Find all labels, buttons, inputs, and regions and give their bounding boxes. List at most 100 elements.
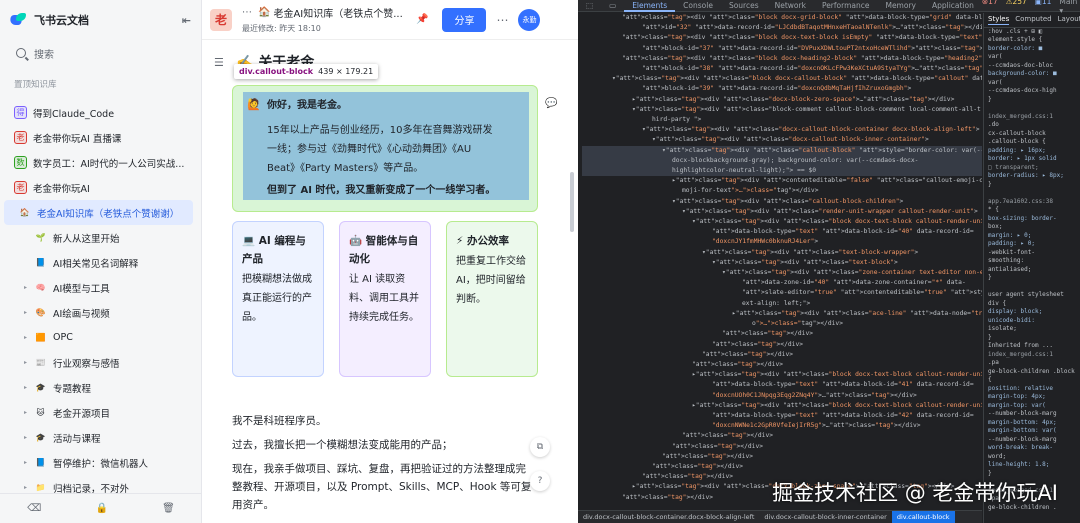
trash-icon[interactable]: ⌫	[27, 503, 41, 514]
more-options-icon[interactable]: ⋯	[496, 13, 508, 27]
dom-node-line[interactable]: "att">class="tag"></div>	[582, 360, 982, 370]
dom-node-line[interactable]: ▾"att">class="tag"><div "att">class="blo…	[582, 217, 982, 227]
styles-tab[interactable]: Computed	[1015, 15, 1051, 25]
devtools-tab[interactable]: Network	[767, 1, 814, 10]
devtools-tab[interactable]: Console	[675, 1, 721, 10]
expand-caret-icon[interactable]: ▸	[24, 359, 34, 366]
document-breadcrumb[interactable]: 老金AI知识库（老铁点个赞...	[273, 5, 402, 20]
devtools-tab[interactable]: Elements	[624, 0, 676, 12]
dom-node-line[interactable]: ▸"att">class="tag"><div "att">class="doc…	[582, 95, 982, 105]
sidebar-item[interactable]: 数数字员工：AI时代的一人公司实战...	[0, 150, 201, 175]
dom-node-line[interactable]: "att">data-zone-id="40" "att">data-zone-…	[582, 278, 982, 288]
dom-node-line[interactable]: "att">block-id="38" "att">data-record-id…	[582, 64, 982, 74]
expand-caret-icon[interactable]: ▸	[24, 434, 34, 441]
expand-caret-icon[interactable]: ▸	[24, 409, 34, 416]
comment-icon[interactable]: 💬	[545, 98, 557, 109]
dom-node-line[interactable]: ext-align: left;">	[582, 299, 982, 309]
dom-node-line[interactable]: ▾"att">class="tag"><div "att">class="zon…	[582, 268, 982, 278]
dom-node-line[interactable]: "att">class="tag"></div>	[582, 329, 982, 339]
devtools-tab[interactable]: Application	[924, 1, 982, 10]
dom-node-line[interactable]: "att">data-block-type="text" "att">data-…	[582, 411, 982, 421]
style-rules[interactable]: :hov .cls + ⊞ ◧ element.style { border-co…	[984, 28, 1080, 513]
styles-tab[interactable]: Layout	[1058, 15, 1080, 25]
sidebar-item[interactable]: ▸ 📘 暂停维护：微信机器人	[0, 450, 201, 475]
dom-node-line[interactable]: "att">class="tag"></div>	[582, 350, 982, 360]
outline-icon[interactable]: ☰	[214, 56, 224, 69]
callout-block[interactable]: 🙋 你好，我是老金。 15年以上产品与创业经历，10多年在音舞游戏研发 一线；参…	[232, 85, 538, 212]
collapse-sidebar-icon[interactable]: ⇤	[182, 14, 191, 27]
dom-node-line[interactable]: o">…">class="tag"></div>	[582, 319, 982, 329]
sidebar-item[interactable]: ▸ 🎓 专题教程	[0, 375, 201, 400]
dom-node-line[interactable]: ▾"att">class="tag"><div "att">class="doc…	[582, 135, 982, 145]
dom-breadcrumb-item[interactable]: div.docx-callout-block-inner-container	[759, 511, 891, 523]
dom-node-line[interactable]: ▸"att">class="tag"><div "att">contentedi…	[582, 176, 982, 186]
expand-caret-icon[interactable]: ▸	[24, 334, 34, 341]
dom-node-line[interactable]: "att">block-id="39" "att">data-record-id…	[582, 84, 982, 94]
sidebar-item[interactable]: 得得到Claude_Code	[0, 100, 201, 125]
dom-node-line[interactable]: "doxcnUOh0C1JNpqg3Eqg2ZNq4Y">…"att">clas…	[582, 391, 982, 401]
devtools-tab[interactable]: Sources	[721, 1, 767, 10]
more-breadcrumb-icon[interactable]: ⋯	[242, 7, 252, 18]
dom-node-line[interactable]: "att">class="tag"></div>	[582, 442, 982, 452]
dom-node-line[interactable]: "att">class="tag"></div>	[582, 431, 982, 441]
dom-node-line[interactable]: "att">class="tag"></div>	[582, 452, 982, 462]
delete-icon[interactable]: 🗑	[162, 503, 175, 514]
dom-node-line[interactable]: "att">data-block-type="text" "att">data-…	[582, 227, 982, 237]
sidebar-item[interactable]: ▸ 🎨 AI绘画与视频	[0, 300, 201, 325]
expand-caret-icon[interactable]: ▸	[24, 284, 34, 291]
dom-node-line[interactable]: hird-party ">	[582, 115, 982, 125]
dom-node-line[interactable]: highlightcolor-neutral-light);"> == $0	[582, 166, 982, 177]
search-box[interactable]: 搜索	[10, 40, 191, 66]
styles-tab[interactable]: Styles	[988, 15, 1010, 25]
dom-node-line[interactable]: "att">class="tag"><div "att">class="bloc…	[582, 54, 982, 64]
dom-breadcrumb-item[interactable]: div.docx-callout-block-container.docx-bl…	[578, 511, 759, 523]
share-button[interactable]: 分享	[442, 7, 487, 32]
dom-node-line[interactable]: "doxcnJY1fmMHWc0bknuRJ4Ler">	[582, 237, 982, 247]
dom-node-line[interactable]: ▾"att">class="tag"><div "att">class="ren…	[582, 207, 982, 217]
inspect-icon[interactable]: ⬚	[578, 1, 601, 10]
dom-node-line[interactable]: "att">id="32" "att">data-record-id="LJCd…	[582, 23, 982, 33]
expand-caret-icon[interactable]: ▸	[24, 459, 34, 466]
dom-node-line[interactable]: "doxcnNWNe1c2GpR0VfeIejIrR5g">…"att">cla…	[582, 421, 982, 431]
avatar[interactable]: 永勤	[518, 8, 541, 31]
sidebar-item[interactable]: ▸ 🟧 OPC	[0, 325, 201, 350]
dom-node-line[interactable]: ▾"att">class="tag"><div "att">class="blo…	[582, 105, 982, 115]
copy-icon[interactable]: ⧉	[530, 437, 550, 457]
elements-tree[interactable]: "att">class="tag"><div "att">class="bloc…	[578, 13, 982, 510]
dom-node-line[interactable]: ▾"att">class="tag"><div "att">class="tex…	[582, 248, 982, 258]
dom-node-line[interactable]: moji-for-text">…">class="tag"></div>	[582, 186, 982, 196]
sidebar-item[interactable]: 📘 AI相关常见名词解释	[0, 250, 201, 275]
dom-node-line[interactable]: ▾"att">class="tag"><div "att">class="tex…	[582, 258, 982, 268]
sidebar-item[interactable]: ▸ 🐱 老金开源项目	[0, 400, 201, 425]
sidebar-item[interactable]: 老老金带你玩AI 直播课	[0, 125, 201, 150]
dom-node-line[interactable]: ▾"att">class="tag"><div "att">class="cal…	[582, 197, 982, 207]
expand-caret-icon[interactable]: ▸	[24, 484, 34, 491]
document-scrollbar[interactable]	[570, 172, 574, 232]
dom-node-line[interactable]: ▸"att">class="tag"><div "att">class="ace…	[582, 309, 982, 319]
device-toggle-icon[interactable]: ▭	[601, 1, 624, 10]
expand-caret-icon[interactable]: ▸	[24, 384, 34, 391]
dom-node-line[interactable]: ▾"att">class="tag"><div "att">class="blo…	[582, 74, 982, 84]
dom-node-line[interactable]: "att">slate-editor="true" "att">contente…	[582, 288, 982, 298]
dom-node-line[interactable]: ▸"att">class="tag"><div "att">class="blo…	[582, 401, 982, 411]
dom-breadcrumb-item[interactable]: div.callout-block	[891, 511, 955, 523]
sidebar-item[interactable]: 🌱 新人从这里开始	[0, 225, 201, 250]
dom-node-line[interactable]: "att">data-block-type="text" "att">data-…	[582, 380, 982, 390]
expand-caret-icon[interactable]: ▸	[24, 309, 34, 316]
pin-icon[interactable]: 📌	[416, 14, 428, 25]
dom-node-line[interactable]: ▸"att">class="tag"><div "att">class="blo…	[582, 370, 982, 380]
dom-node-line[interactable]: ▾"att">class="tag"><div "att">class="cal…	[582, 145, 982, 156]
dom-node-line[interactable]: "att">block-id="37" "att">data-record-id…	[582, 44, 982, 54]
dom-node-line[interactable]: docx-blockbackground-gray); background-c…	[582, 155, 982, 167]
dom-node-line[interactable]: "att">class="tag"></div>	[582, 462, 982, 472]
dom-node-line[interactable]: "att">class="tag"></div>	[582, 340, 982, 350]
devtools-tab[interactable]: Performance	[814, 1, 878, 10]
dom-node-line[interactable]: "att">class="tag"><div "att">class="bloc…	[582, 33, 982, 43]
sidebar-item[interactable]: ▸ 🎓 活动与课程	[0, 425, 201, 450]
lock-icon[interactable]: 🔒	[95, 503, 107, 514]
sidebar-item[interactable]: 🏠 老金AI知识库（老铁点个赞谢谢）	[4, 200, 193, 225]
sidebar-item[interactable]: ▸ 📰 行业观察与感悟	[0, 350, 201, 375]
sidebar-item[interactable]: 老老金带你玩AI	[0, 175, 201, 200]
help-icon[interactable]: ?	[530, 471, 550, 491]
dom-node-line[interactable]: "att">class="tag"><div "att">class="bloc…	[582, 13, 982, 23]
